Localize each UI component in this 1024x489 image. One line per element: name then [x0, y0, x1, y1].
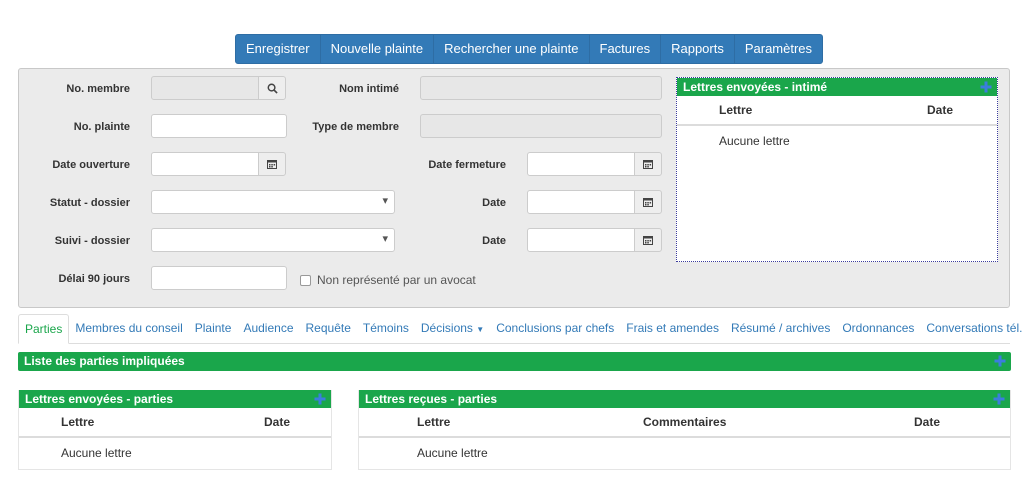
- panel-header: Lettres envoyées - intimé: [677, 78, 997, 96]
- plus-icon[interactable]: [994, 355, 1006, 367]
- complaint-no-input[interactable]: [151, 114, 287, 138]
- caret-down-icon: ▼: [476, 325, 485, 334]
- member-no-input[interactable]: [151, 76, 259, 100]
- calendar-icon: [643, 236, 653, 245]
- close-date-input[interactable]: [527, 152, 635, 176]
- parties-list-panel: Liste des parties impliquées: [18, 352, 1011, 371]
- letters-table: Lettre Date Aucune lettre: [19, 408, 331, 468]
- tab-decisions[interactable]: Décisions ▼: [415, 314, 490, 343]
- column-header-letter: Lettre: [19, 408, 256, 438]
- file-followup-label: Suivi - dossier: [54, 235, 130, 247]
- complaint-form-panel: No. membre Nom intimé No. plainte Type d…: [18, 68, 1010, 308]
- respondent-name-input[interactable]: [420, 76, 662, 100]
- letters-sent-parties-panel: Lettres envoyées - parties Lettre Date A…: [18, 390, 332, 470]
- close-date-picker-button[interactable]: [634, 152, 662, 176]
- calendar-icon: [267, 160, 277, 169]
- search-icon: [267, 83, 278, 94]
- panel-header: Lettres reçues - parties: [359, 390, 1010, 408]
- tab-request[interactable]: Requête: [300, 314, 357, 343]
- table-row: Aucune lettre: [677, 125, 997, 156]
- tab-phone-calls[interactable]: Conversations tél.: [920, 314, 1024, 343]
- status-date-label: Date: [482, 197, 506, 209]
- panel-header: Lettres envoyées - parties: [19, 390, 331, 408]
- open-date-label: Date ouverture: [52, 159, 130, 171]
- tab-summary-archives[interactable]: Résumé / archives: [725, 314, 836, 343]
- tab-fees-fines[interactable]: Frais et amendes: [620, 314, 725, 343]
- tab-parties[interactable]: Parties: [18, 314, 70, 344]
- plus-icon[interactable]: [980, 81, 992, 93]
- reports-button[interactable]: Rapports: [661, 35, 735, 63]
- empty-message: Aucune lettre: [417, 446, 488, 460]
- followup-date-input[interactable]: [527, 228, 635, 252]
- plus-icon[interactable]: [993, 393, 1005, 405]
- delay-label: Délai 90 jours: [58, 273, 130, 285]
- table-row: Aucune lettre: [19, 437, 331, 468]
- column-header-date: Date: [256, 408, 331, 438]
- panel-title: Lettres reçues - parties: [365, 392, 498, 406]
- panel-header: Liste des parties impliquées: [18, 352, 1011, 371]
- not-represented-label: Non représenté par un avocat: [317, 273, 476, 287]
- panel-title: Lettres envoyées - parties: [25, 392, 174, 406]
- tab-conclusions[interactable]: Conclusions par chefs: [490, 314, 620, 343]
- complaint-no-label: No. plainte: [73, 121, 130, 133]
- new-complaint-button[interactable]: Nouvelle plainte: [321, 35, 435, 63]
- letters-table: Lettre Date Aucune lettre: [677, 96, 997, 156]
- status-date-input[interactable]: [527, 190, 635, 214]
- column-header-comments: Commentaires: [635, 408, 906, 438]
- file-followup-select[interactable]: [151, 228, 395, 252]
- tab-decisions-label: Décisions: [420, 321, 473, 335]
- main-toolbar: Enregistrer Nouvelle plainte Rechercher …: [235, 34, 824, 64]
- tab-orders[interactable]: Ordonnances: [836, 314, 920, 343]
- tab-hearing[interactable]: Audience: [237, 314, 299, 343]
- settings-button[interactable]: Paramètres: [735, 35, 822, 63]
- section-tabs: Parties Membres du conseil Plainte Audie…: [18, 314, 1022, 344]
- panel-title: Liste des parties impliquées: [24, 354, 185, 368]
- column-header-letter: Lettre: [359, 408, 635, 438]
- member-type-label: Type de membre: [312, 121, 399, 133]
- open-date-input[interactable]: [151, 152, 259, 176]
- close-date-label: Date fermeture: [428, 159, 506, 171]
- member-no-label: No. membre: [66, 83, 130, 95]
- calendar-icon: [643, 160, 653, 169]
- open-date-picker-button[interactable]: [258, 152, 286, 176]
- tab-complaint[interactable]: Plainte: [189, 314, 238, 343]
- save-button[interactable]: Enregistrer: [236, 35, 321, 63]
- member-search-button[interactable]: [258, 76, 286, 100]
- empty-message: Aucune lettre: [719, 134, 790, 148]
- calendar-icon: [643, 198, 653, 207]
- not-represented-checkbox[interactable]: [300, 275, 311, 286]
- table-row: Aucune lettre: [359, 437, 1010, 468]
- tab-council-members[interactable]: Membres du conseil: [69, 314, 188, 343]
- file-status-label: Statut - dossier: [49, 197, 130, 209]
- invoices-button[interactable]: Factures: [590, 35, 662, 63]
- plus-icon[interactable]: [314, 393, 326, 405]
- letters-received-parties-panel: Lettres reçues - parties Lettre Commenta…: [358, 390, 1011, 470]
- followup-date-picker-button[interactable]: [634, 228, 662, 252]
- column-header-letter: Lettre: [677, 96, 919, 126]
- respondent-name-label: Nom intimé: [339, 83, 399, 95]
- status-date-picker-button[interactable]: [634, 190, 662, 214]
- delay-input[interactable]: [151, 266, 287, 290]
- letters-sent-respondent-panel: Lettres envoyées - intimé Lettre Date Au…: [676, 77, 998, 262]
- column-header-date: Date: [906, 408, 1010, 438]
- panel-title: Lettres envoyées - intimé: [683, 80, 828, 94]
- letters-table: Lettre Commentaires Date Aucune lettre: [359, 408, 1010, 468]
- file-status-select[interactable]: [151, 190, 395, 214]
- member-type-input[interactable]: [420, 114, 662, 138]
- search-complaint-button[interactable]: Rechercher une plainte: [434, 35, 590, 63]
- tab-witnesses[interactable]: Témoins: [357, 314, 415, 343]
- column-header-date: Date: [919, 96, 997, 126]
- followup-date-label: Date: [482, 235, 506, 247]
- empty-message: Aucune lettre: [61, 446, 132, 460]
